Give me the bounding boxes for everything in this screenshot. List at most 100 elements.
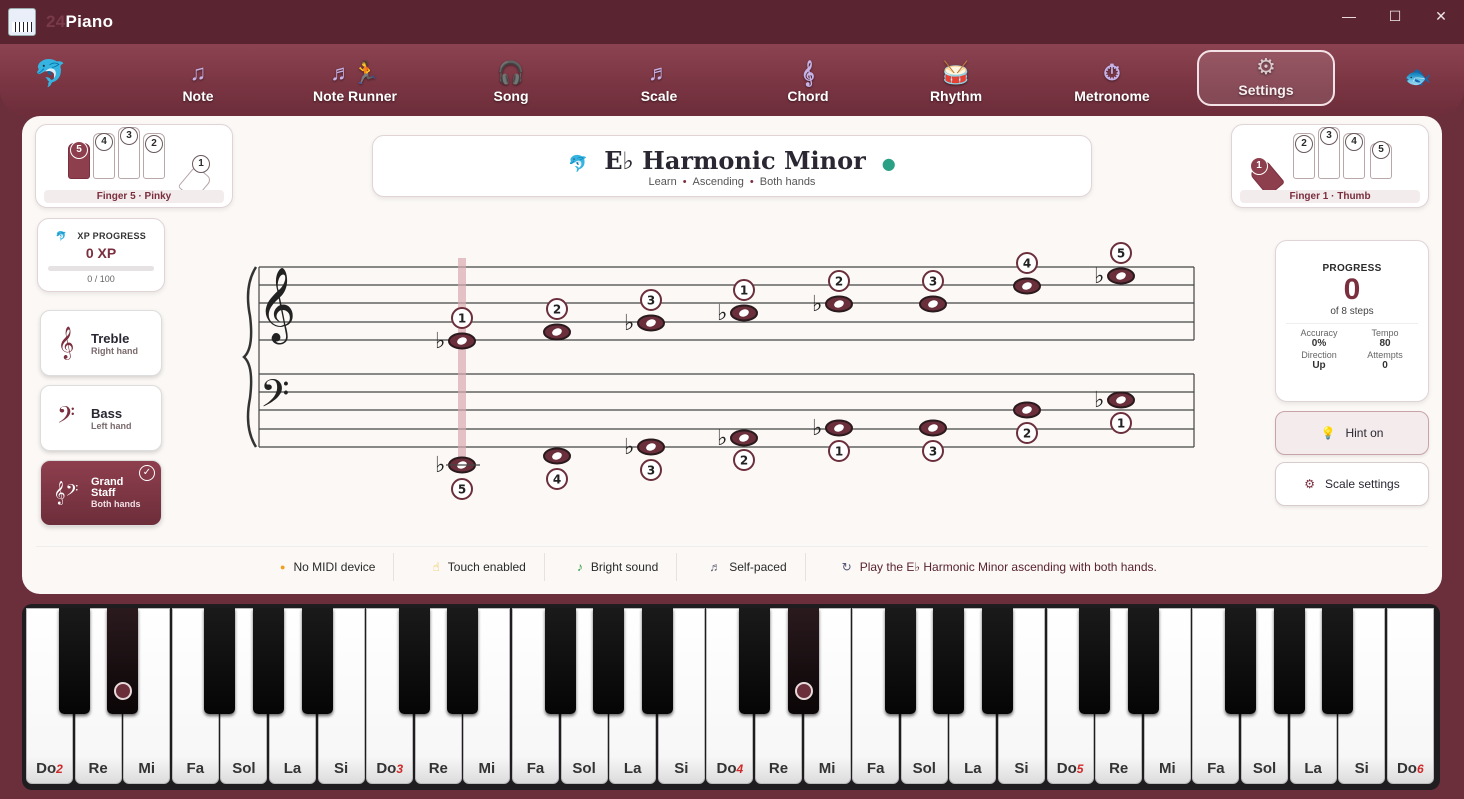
black-key[interactable] xyxy=(787,608,819,714)
bass-clef-icon: 𝄢 xyxy=(56,401,75,433)
title-bar: 24Piano — ☐ ✕ xyxy=(0,0,1464,44)
music-icon: ♬ xyxy=(709,559,722,574)
brace xyxy=(242,266,258,448)
left-finger-card: 5 4 3 2 1 Finger 5 · Pinky xyxy=(35,124,233,208)
note-runner-icon: ♬🏃 xyxy=(330,60,380,85)
maximize-button[interactable]: ☐ xyxy=(1372,0,1418,32)
scale-title-card: 🐬 E♭ Harmonic Minor ● Learn • Ascending • Both… xyxy=(372,135,1092,197)
note-icon: ♪ xyxy=(576,559,583,574)
nav-song[interactable]: 🎧 Song xyxy=(478,44,544,110)
treble-note-finger-number: 4 xyxy=(1023,257,1031,271)
hint-toggle-button[interactable]: 💡 Hint on xyxy=(1275,411,1429,455)
black-key[interactable] xyxy=(1127,608,1159,714)
current-step-highlight xyxy=(458,258,466,468)
finger-number: 2 xyxy=(1295,135,1313,153)
nav-rhythm[interactable]: 🥁 Rhythm xyxy=(920,44,992,110)
black-key[interactable] xyxy=(398,608,430,714)
note-icon: ♫ xyxy=(189,60,207,85)
black-key[interactable] xyxy=(204,608,236,714)
sound-status: ♪ Bright sound xyxy=(545,552,678,581)
black-key[interactable] xyxy=(301,608,333,714)
black-key[interactable] xyxy=(1273,608,1305,714)
grand-staff-button[interactable]: 𝄞𝄢 Grand Staff Both hands ✓ xyxy=(40,460,162,526)
black-key[interactable] xyxy=(58,608,90,714)
black-key[interactable] xyxy=(544,608,576,714)
scale-notes: ♭ 1 ♭ 5 2 4 ♭ 3 ♭ 3 ♭ 1 ♭ 2 ♭ 2 ♭ 1 3 3 4 2 ♭ 5 ♭ 1 xyxy=(435,242,1135,500)
treble-note-flat: ♭ xyxy=(435,329,445,354)
dolphin-icon: 🐬 xyxy=(55,231,68,241)
nav-scale[interactable]: ♬ Scale xyxy=(626,44,692,110)
octave-number: 2 xyxy=(56,762,63,776)
key-label: La xyxy=(623,760,642,777)
xp-progress-card: 🐬 XP PROGRESS 0 XP 0 / 100 xyxy=(37,218,165,292)
piano-keyboard: Do2 Re Mi Fa Sol La Si Do3 Re Mi Fa Sol La Si Do4 Re Mi F… xyxy=(22,604,1440,790)
bass-note-finger-number: 3 xyxy=(929,445,937,459)
key-label: Do4 xyxy=(716,760,744,777)
key-label: Fa xyxy=(186,760,205,777)
key-label: Do5 xyxy=(1056,760,1084,777)
nav-settings[interactable]: ⚙ Settings xyxy=(1197,50,1335,106)
bass-note-finger-number: 4 xyxy=(553,473,561,487)
status-dot-icon: ● xyxy=(280,561,286,572)
minimize-button[interactable]: — xyxy=(1326,0,1372,32)
key-label: Sol xyxy=(1252,760,1277,777)
black-key[interactable] xyxy=(933,608,965,714)
key-label: Mi xyxy=(138,760,156,777)
key-label: Re xyxy=(768,760,789,777)
finger-number: 2 xyxy=(145,135,163,153)
black-key[interactable] xyxy=(447,608,479,714)
treble-clef-button[interactable]: 𝄞 Treble Right hand xyxy=(40,310,162,376)
treble-note-finger-number: 1 xyxy=(458,312,466,326)
target-marker-icon xyxy=(794,682,813,700)
right-finger-label: Finger 1 · Thumb xyxy=(1240,190,1420,203)
nav-note[interactable]: ♫ Note xyxy=(160,44,236,110)
key-label: Fa xyxy=(866,760,885,777)
treble-note-flat: ♭ xyxy=(624,311,634,336)
bass-note-flat: ♭ xyxy=(717,426,727,451)
tempo-value: 80 xyxy=(1379,338,1391,349)
nav-note-runner[interactable]: ♬🏃 Note Runner xyxy=(300,44,410,110)
xp-range: 0 / 100 xyxy=(87,274,115,284)
stopwatch-icon: ⏱ xyxy=(1103,60,1121,85)
key-label: Si xyxy=(1014,760,1029,777)
bass-clef-button[interactable]: 𝄢 Bass Left hand xyxy=(40,385,162,451)
key-label: Sol xyxy=(572,760,596,777)
direction-label: Ascending xyxy=(692,176,744,188)
close-button[interactable]: ✕ xyxy=(1418,0,1464,32)
octave-number: 4 xyxy=(736,762,744,776)
refresh-icon: ↻ xyxy=(841,559,852,574)
bass-note-finger-number: 2 xyxy=(1023,427,1031,441)
black-key[interactable] xyxy=(884,608,916,714)
bass-note-finger-number: 1 xyxy=(1117,417,1125,431)
black-key[interactable] xyxy=(253,608,284,714)
black-key[interactable] xyxy=(739,608,770,714)
black-key[interactable] xyxy=(107,608,139,714)
white-key[interactable]: Do6 xyxy=(1386,608,1434,784)
nav-metronome[interactable]: ⏱ Metronome xyxy=(1064,44,1160,110)
bass-note-flat: ♭ xyxy=(1094,388,1104,413)
left-finger-label: Finger 5 · Pinky xyxy=(44,190,224,203)
key-label: Do2 xyxy=(36,760,63,777)
finger-number: 4 xyxy=(1345,133,1363,151)
scale-settings-button[interactable]: ⚙ Scale settings xyxy=(1275,462,1429,506)
headphones-icon: 🎧 xyxy=(497,60,525,85)
finger-number: 4 xyxy=(95,133,113,151)
black-key[interactable] xyxy=(641,608,673,714)
black-key[interactable] xyxy=(1079,608,1111,714)
treble-note-finger-number: 3 xyxy=(647,294,655,308)
black-key[interactable] xyxy=(593,608,625,714)
black-key[interactable] xyxy=(1225,608,1256,714)
globe-icon: ● xyxy=(881,154,896,173)
octave-number: 6 xyxy=(1416,762,1424,776)
nav-chord[interactable]: 𝄞 Chord xyxy=(774,44,842,110)
scale-title: E♭ Harmonic Minor xyxy=(604,146,866,175)
bass-note-finger-number: 5 xyxy=(458,483,466,497)
main-panel: 𝄞 𝄢 ♭ 1 ♭ 5 2 4 ♭ 3 ♭ 3 ♭ 1 ♭ 2 ♭ 2 ♭ 1 3 3 4 2 ♭ 5 ♭ 1 5 4 3 2 1… xyxy=(22,116,1442,594)
scale-icon: ♬ xyxy=(648,60,670,85)
treble-note-flat: ♭ xyxy=(1094,264,1104,289)
black-key[interactable] xyxy=(982,608,1013,714)
drum-icon: 🥁 xyxy=(942,60,970,85)
chord-icon: 𝄞 xyxy=(801,60,815,85)
bass-note-finger-number: 2 xyxy=(740,454,748,468)
black-key[interactable] xyxy=(1322,608,1354,714)
